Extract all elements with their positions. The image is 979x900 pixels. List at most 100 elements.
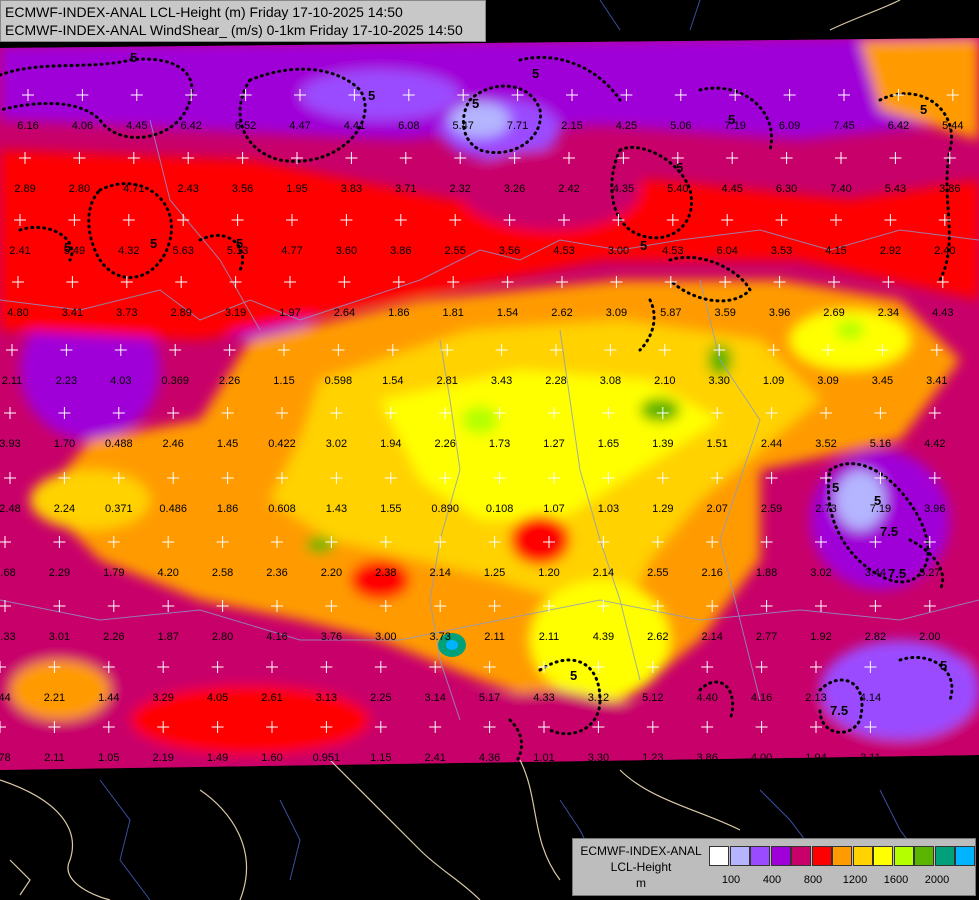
lcl-value-label: 1.54 bbox=[497, 307, 518, 319]
lcl-value-label: 3.68 bbox=[0, 567, 16, 579]
lcl-value-label: 0.486 bbox=[159, 503, 187, 515]
lcl-value-label: 5.43 bbox=[885, 183, 906, 195]
lcl-value-label: 4.16 bbox=[751, 692, 772, 704]
lcl-value-label: 3.33 bbox=[0, 631, 16, 643]
lcl-value-label: 2.26 bbox=[219, 375, 240, 387]
lcl-value-label: 5.40 bbox=[667, 183, 688, 195]
lcl-value-label: 0.890 bbox=[431, 503, 459, 515]
lcl-value-label: 1.20 bbox=[538, 567, 559, 579]
lcl-value-label: 6.52 bbox=[235, 120, 256, 132]
lcl-value-label: 3.11 bbox=[860, 752, 881, 764]
windshear-contour-label: 5 bbox=[640, 238, 647, 253]
lcl-value-label: 3.13 bbox=[316, 692, 337, 704]
color-legend: ECMWF-INDEX-ANAL LCL-Height m 100 400 800 1… bbox=[572, 838, 976, 896]
lcl-value-label: 7.19 bbox=[724, 120, 745, 132]
lcl-value-label: 3.19 bbox=[225, 307, 246, 319]
map-title-box: ECMWF-INDEX-ANAL LCL-Height (m) Friday 1… bbox=[0, 0, 486, 42]
windshear-contour-label: 7.5 bbox=[880, 524, 898, 539]
lcl-value-label: 2.69 bbox=[823, 307, 844, 319]
lcl-value-label: 2.62 bbox=[647, 631, 668, 643]
lcl-value-label: 3.43 bbox=[491, 375, 512, 387]
lcl-value-label: 2.89 bbox=[170, 307, 191, 319]
lcl-value-label: 2.55 bbox=[444, 245, 465, 257]
lcl-value-label: 2.26 bbox=[434, 438, 455, 450]
lcl-value-label: 2.14 bbox=[429, 567, 450, 579]
lcl-value-label: 3.02 bbox=[326, 438, 347, 450]
lcl-value-label: 2.89 bbox=[14, 183, 35, 195]
lcl-value-label: 2.80 bbox=[69, 183, 90, 195]
lcl-value-label: 2.14 bbox=[701, 631, 722, 643]
lcl-value-label: 6.42 bbox=[180, 120, 201, 132]
lcl-value-label: 4.36 bbox=[479, 752, 500, 764]
lcl-value-label: 5.47 bbox=[452, 120, 473, 132]
lcl-value-label: 0.369 bbox=[161, 375, 189, 387]
legend-swatch bbox=[914, 846, 934, 866]
legend-title-parameter: LCL-Height bbox=[610, 860, 672, 874]
legend-swatch bbox=[791, 846, 811, 866]
lcl-value-label: 1.44 bbox=[98, 692, 119, 704]
lcl-value-label: 4.77 bbox=[281, 245, 302, 257]
lcl-height-field bbox=[0, 38, 979, 770]
lcl-value-label: 2.16 bbox=[701, 567, 722, 579]
lcl-value-label: 1.55 bbox=[380, 503, 401, 515]
lcl-value-label: 2.23 bbox=[56, 375, 77, 387]
lcl-value-label: 3.30 bbox=[588, 752, 609, 764]
lcl-value-label: 1.95 bbox=[286, 183, 307, 195]
lcl-value-label: 4.00 bbox=[751, 752, 772, 764]
lcl-value-label: 5.12 bbox=[642, 692, 663, 704]
windshear-contour-label: 5 bbox=[150, 236, 157, 251]
lcl-value-label: 4.05 bbox=[207, 692, 228, 704]
lcl-value-label: 0.371 bbox=[105, 503, 133, 515]
lcl-value-label: 3.30 bbox=[708, 375, 729, 387]
lcl-value-label: 4.06 bbox=[72, 120, 93, 132]
legend-swatch bbox=[729, 846, 750, 866]
lcl-value-label: 2.00 bbox=[919, 631, 940, 643]
lcl-value-label: 0.598 bbox=[325, 375, 353, 387]
lcl-value-label: 2.55 bbox=[647, 567, 668, 579]
legend-tick-label: 2000 bbox=[924, 874, 950, 886]
lcl-value-label: 2.32 bbox=[449, 183, 470, 195]
lcl-value-label: 5.44 bbox=[942, 120, 963, 132]
lcl-value-label: 7.45 bbox=[833, 120, 854, 132]
lcl-value-label: 4.53 bbox=[553, 245, 574, 257]
windshear-contour-label: 5 bbox=[940, 658, 947, 673]
lcl-value-label: 1.78 bbox=[0, 752, 11, 764]
lcl-value-label: 1.97 bbox=[279, 307, 300, 319]
lcl-value-label: 1.94 bbox=[380, 438, 401, 450]
legend-swatch bbox=[852, 846, 873, 866]
lcl-value-label: 1.15 bbox=[273, 375, 294, 387]
windshear-contour-label: 5 bbox=[920, 102, 927, 117]
lcl-value-label: 2.11 bbox=[2, 375, 23, 387]
lcl-value-label: 2.81 bbox=[436, 375, 457, 387]
lcl-value-label: 3.45 bbox=[872, 375, 893, 387]
lcl-value-label: 0.108 bbox=[486, 503, 514, 515]
lcl-value-label: 6.04 bbox=[716, 245, 737, 257]
lcl-value-label: 1.29 bbox=[652, 503, 673, 515]
lcl-value-label: 4.80 bbox=[7, 307, 28, 319]
lcl-value-label: 7.40 bbox=[830, 183, 851, 195]
lcl-value-label: 3.56 bbox=[499, 245, 520, 257]
lcl-value-label: 1.45 bbox=[217, 438, 238, 450]
lcl-value-label: 0.488 bbox=[105, 438, 133, 450]
lcl-value-label: 1.39 bbox=[652, 438, 673, 450]
lcl-value-label: 4.35 bbox=[613, 183, 634, 195]
lcl-value-label: 3.29 bbox=[152, 692, 173, 704]
lcl-value-label: 5.87 bbox=[660, 307, 681, 319]
lcl-value-label: 1.87 bbox=[157, 631, 178, 643]
lcl-value-label: 1.73 bbox=[489, 438, 510, 450]
lcl-value-label: 0.951 bbox=[313, 752, 341, 764]
lcl-value-label: 1.94 bbox=[805, 752, 826, 764]
lcl-value-label: 2.44 bbox=[761, 438, 782, 450]
lcl-value-label: 1.92 bbox=[810, 631, 831, 643]
lcl-value-label: 4.40 bbox=[696, 692, 717, 704]
lcl-value-label: 1.65 bbox=[598, 438, 619, 450]
lcl-value-label: 3.53 bbox=[771, 245, 792, 257]
lcl-value-label: 5.17 bbox=[479, 692, 500, 704]
windshear-contour-label: 7.5 bbox=[830, 703, 848, 718]
title-line-lcl: ECMWF-INDEX-ANAL LCL-Height (m) Friday 1… bbox=[5, 4, 403, 20]
lcl-value-label: 3.09 bbox=[606, 307, 627, 319]
lcl-value-label: 3.44 bbox=[865, 567, 886, 579]
lcl-value-label: 2.64 bbox=[334, 307, 355, 319]
lcl-value-label: 2.48 bbox=[0, 503, 21, 515]
lcl-value-label: 3.60 bbox=[336, 245, 357, 257]
